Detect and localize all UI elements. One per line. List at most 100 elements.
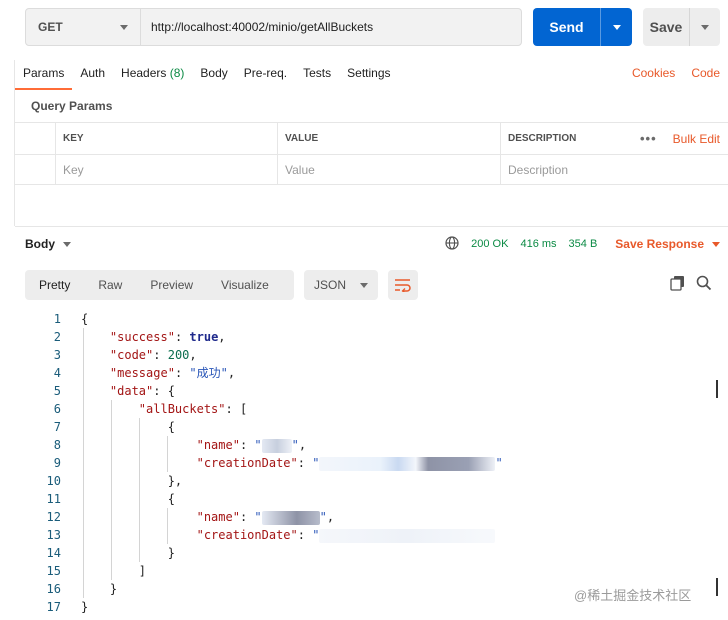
bulk-edit-link[interactable]: Bulk Edit xyxy=(673,132,720,146)
code-line: 15 ] xyxy=(0,562,728,580)
copy-icon[interactable] xyxy=(670,275,686,294)
line-number: 1 xyxy=(53,312,61,326)
chevron-down-icon[interactable] xyxy=(63,241,71,247)
format-label: JSON xyxy=(314,278,347,292)
code-line: 4 "message": "成功", xyxy=(0,364,728,382)
code-link[interactable]: Code xyxy=(683,62,728,90)
save-options-button[interactable] xyxy=(690,24,720,30)
line-number: 7 xyxy=(53,420,61,434)
json-key: "creationDate" xyxy=(196,456,298,470)
search-icon[interactable] xyxy=(696,275,712,294)
line-number: 17 xyxy=(46,600,61,614)
code-line: 8 "name": " ", xyxy=(0,436,728,454)
code-line: 13 "creationDate": " xyxy=(0,526,728,544)
row-lead xyxy=(15,155,56,185)
save-button[interactable]: Save xyxy=(643,8,720,46)
code-line: 3 "code": 200, xyxy=(0,346,728,364)
wrap-lines-button[interactable] xyxy=(388,270,418,300)
tab-auth[interactable]: Auth xyxy=(72,62,113,90)
request-bar: GET http://localhost:40002/minio/getAllB… xyxy=(25,8,522,46)
chevron-down-icon[interactable] xyxy=(712,241,720,247)
view-mode-tabs: Pretty Raw Preview Visualize xyxy=(25,270,294,300)
more-options-icon[interactable]: ••• xyxy=(640,131,657,146)
line-number: 15 xyxy=(46,564,61,578)
key-input[interactable]: Key xyxy=(56,155,278,185)
code-line: 1{ xyxy=(0,310,728,328)
chevron-down-icon xyxy=(701,24,709,30)
url-input[interactable]: http://localhost:40002/minio/getAllBucke… xyxy=(141,9,521,45)
line-number: 4 xyxy=(53,366,61,380)
line-number: 8 xyxy=(53,438,61,452)
description-input[interactable]: Description xyxy=(501,155,728,185)
json-key: "name" xyxy=(196,510,240,524)
code-line: 10 }, xyxy=(0,472,728,490)
query-params-title: Query Params xyxy=(31,99,113,113)
line-number: 6 xyxy=(53,402,61,416)
tab-headers[interactable]: Headers (8) xyxy=(113,62,192,90)
method-select[interactable]: GET xyxy=(26,9,141,45)
redacted-value xyxy=(319,528,496,543)
line-number: 13 xyxy=(46,528,61,542)
send-options-button[interactable] xyxy=(601,24,632,30)
code-line: 9 "creationDate": " " xyxy=(0,454,728,472)
code-line: 12 "name": " ", xyxy=(0,508,728,526)
tab-params[interactable]: Params xyxy=(15,62,73,90)
code-line: 11 { xyxy=(0,490,728,508)
view-visualize[interactable]: Visualize xyxy=(207,270,283,300)
tab-tests[interactable]: Tests xyxy=(295,62,339,90)
tab-prereq[interactable]: Pre-req. xyxy=(236,62,295,90)
view-preview[interactable]: Preview xyxy=(136,270,207,300)
status-code[interactable]: 200 OK xyxy=(471,238,508,250)
send-button[interactable]: Send xyxy=(533,8,632,46)
json-key: "name" xyxy=(196,438,240,452)
line-number: 11 xyxy=(46,492,61,506)
headers-count: (8) xyxy=(169,66,185,80)
json-value: 200 xyxy=(167,348,190,362)
view-pretty[interactable]: Pretty xyxy=(25,270,84,300)
code-line: 14 } xyxy=(0,544,728,562)
row-lead xyxy=(15,123,56,154)
cookies-link[interactable]: Cookies xyxy=(624,62,683,90)
request-tabs: Params Auth Headers (8) Body Pre-req. Te… xyxy=(15,62,728,90)
view-raw[interactable]: Raw xyxy=(84,270,136,300)
globe-icon[interactable] xyxy=(445,235,459,253)
chevron-down-icon xyxy=(360,282,368,288)
key-header: KEY xyxy=(63,133,84,144)
tab-body[interactable]: Body xyxy=(192,62,235,90)
redacted-value xyxy=(319,456,496,471)
json-value: true xyxy=(189,330,219,344)
value-input[interactable]: Value xyxy=(278,155,501,185)
value-placeholder: Value xyxy=(285,163,315,177)
code-line: 7 { xyxy=(0,418,728,436)
table-row: Key Value Description xyxy=(15,154,728,185)
json-key: "message" xyxy=(109,366,175,380)
response-body-select[interactable]: Body xyxy=(25,237,55,251)
json-value: "成功" xyxy=(189,366,228,380)
line-number: 16 xyxy=(46,582,61,596)
response-body-viewer[interactable]: 1{ 2 "success": true, 3 "code": 200, 4 "… xyxy=(0,310,728,616)
response-size[interactable]: 354 B xyxy=(569,238,598,250)
chevron-down-icon xyxy=(612,24,621,30)
line-number: 5 xyxy=(53,384,61,398)
json-key: "data" xyxy=(109,384,154,398)
line-number: 12 xyxy=(46,510,61,524)
watermark: @稀土掘金技术社区 xyxy=(574,588,692,603)
redacted-value xyxy=(261,438,292,453)
response-time[interactable]: 416 ms xyxy=(520,238,556,250)
code-line: 6 "allBuckets": [ xyxy=(0,400,728,418)
description-header: DESCRIPTION xyxy=(508,133,577,144)
line-number: 9 xyxy=(53,456,61,470)
description-placeholder: Description xyxy=(508,163,569,177)
tab-headers-label: Headers xyxy=(121,66,167,80)
value-header: VALUE xyxy=(285,133,319,144)
code-line: 5 "data": { xyxy=(0,382,728,400)
format-select[interactable]: JSON xyxy=(304,270,378,300)
save-response-button[interactable]: Save Response xyxy=(615,237,704,251)
json-key: "creationDate" xyxy=(196,528,298,542)
send-label: Send xyxy=(549,19,584,35)
json-key: "code" xyxy=(109,348,154,362)
save-label: Save xyxy=(649,19,683,35)
pane-divider[interactable] xyxy=(15,226,728,227)
tab-settings[interactable]: Settings xyxy=(339,62,398,90)
wrap-icon xyxy=(395,279,411,292)
